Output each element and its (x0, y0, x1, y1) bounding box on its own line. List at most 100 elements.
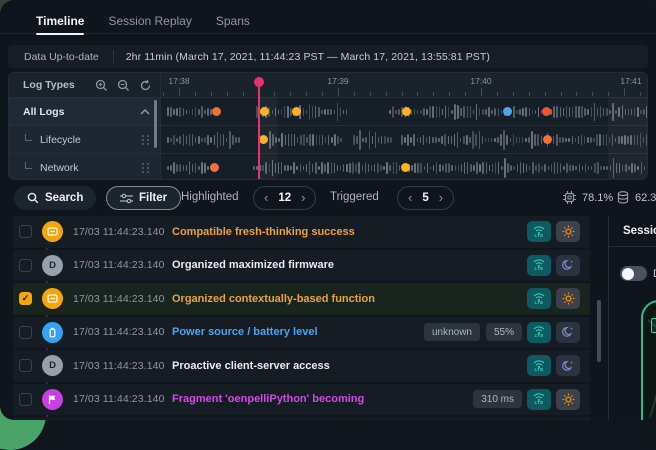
log-row[interactable]: D17/03 11:44:23.140Organized maximized f… (13, 250, 590, 282)
event-dot[interactable] (503, 107, 512, 116)
ruler-tick (195, 92, 196, 96)
event-dot[interactable] (542, 107, 551, 116)
sun-theme-button[interactable] (556, 288, 580, 309)
ruler-tick (592, 92, 593, 96)
ruler-tick (513, 92, 514, 96)
log-row[interactable]: 17/03 11:44:23.140Power source / battery… (13, 317, 590, 349)
event-dot[interactable] (543, 135, 552, 144)
log-type-row-all-logs[interactable]: All Logs (9, 97, 160, 125)
log-timestamp: 17/03 11:44:23.140 (73, 259, 172, 271)
log-row-checkbox[interactable] (19, 359, 32, 372)
log-timestamp: 17/03 11:44:23.140 (73, 293, 172, 305)
ruler-tick (545, 92, 546, 96)
next-triggered-button[interactable]: › (439, 191, 443, 204)
toggle-knob (622, 268, 634, 280)
moon-theme-button[interactable] (556, 355, 580, 376)
prev-highlighted-button[interactable]: ‹ (264, 191, 268, 204)
network-lte-button[interactable]: LTE (527, 355, 551, 376)
log-row-checkbox[interactable] (19, 393, 32, 406)
event-dot[interactable] (260, 107, 269, 116)
log-types-scrollbar[interactable] (154, 100, 157, 148)
log-message: Power source / battery level (172, 326, 418, 338)
timeline-tracks[interactable]: 17:3817:3917:4017:41 (161, 73, 647, 179)
log-row[interactable]: 17/03 11:44:23.140Compatible fresh-think… (13, 216, 590, 248)
event-dot[interactable] (212, 107, 221, 116)
next-highlighted-button[interactable]: › (301, 191, 305, 204)
database-icon (617, 191, 629, 204)
log-message: Compatible fresh-thinking success (172, 226, 522, 238)
log-row[interactable]: 17/03 11:44:23.140Fragment 'oenpelliPyth… (13, 384, 590, 416)
ruler-tick (529, 92, 530, 96)
moon-theme-button[interactable] (556, 322, 580, 343)
search-button[interactable]: Search (14, 186, 96, 210)
moon-theme-button[interactable] (556, 255, 580, 276)
search-button-label: Search (45, 192, 83, 204)
log-type-row-network[interactable]: Network (9, 153, 160, 180)
log-type-label: All Logs (23, 106, 140, 118)
tree-elbow-icon (25, 162, 32, 169)
cpu-usage-value: 78.1% (582, 192, 613, 204)
tab-timeline[interactable]: Timeline (36, 8, 84, 34)
timeline-section: Log Types All Logs LifecycleNetwork 17:38… (8, 72, 648, 180)
ruler-tick (354, 92, 355, 96)
session-toggle[interactable] (620, 266, 647, 281)
log-message: Organized contextually-based function (172, 293, 522, 305)
ruler-tick-label: 17:38 (168, 76, 189, 86)
ruler-tick (179, 88, 180, 96)
log-type-rows: All Logs LifecycleNetwork (9, 97, 160, 180)
tree-elbow-icon (25, 134, 32, 141)
log-row-checkbox[interactable] (19, 225, 32, 238)
event-dot[interactable] (210, 163, 219, 172)
event-dot[interactable] (401, 163, 410, 172)
log-types-title: Log Types (23, 79, 86, 91)
drag-handle-icon[interactable] (142, 135, 150, 145)
ruler-tick (608, 92, 609, 96)
sun-theme-button[interactable] (556, 389, 580, 410)
event-dot[interactable] (402, 107, 411, 116)
tab-spans[interactable]: Spans (216, 8, 250, 34)
cpu-usage: 78.1% (563, 191, 613, 204)
network-lte-button[interactable]: LTE (527, 389, 551, 410)
chevron-up-icon[interactable] (140, 109, 150, 115)
ruler-tick (290, 92, 291, 96)
log-type-row-lifecycle[interactable]: Lifecycle (9, 125, 160, 153)
sun-theme-button[interactable] (556, 221, 580, 242)
log-row[interactable]: D17/03 11:44:23.140Proactive client-serv… (13, 350, 590, 382)
log-row-checkbox[interactable] (19, 326, 32, 339)
log-type-icon-flag (42, 389, 63, 410)
network-lte-button[interactable]: LTE (527, 255, 551, 276)
map-highlight-rect (651, 318, 656, 333)
log-timestamp: 17/03 11:44:23.140 (73, 360, 172, 372)
network-lte-button[interactable]: LTE (527, 288, 551, 309)
ruler-tick (449, 92, 450, 96)
network-lte-button[interactable]: LTE (527, 221, 551, 242)
log-list-scrollbar[interactable] (597, 300, 601, 362)
zoom-out-icon[interactable] (117, 79, 130, 92)
log-timestamp: 17/03 11:44:23.140 (73, 393, 172, 405)
device-preview[interactable] (641, 300, 656, 420)
ruler-tick (497, 92, 498, 96)
tab-session-replay[interactable]: Session Replay (108, 8, 191, 34)
session-panel: Session D (608, 216, 656, 420)
log-type-icon-debug: D (42, 355, 63, 376)
refresh-icon[interactable] (139, 79, 152, 92)
prev-triggered-button[interactable]: ‹ (408, 191, 412, 204)
filter-button-label: Filter (139, 192, 167, 204)
filter-button[interactable]: Filter (106, 186, 181, 210)
ruler-tick (402, 92, 403, 96)
memory-usage-value: 62.3% (635, 192, 656, 204)
playhead[interactable] (258, 77, 260, 179)
waveform-track (161, 125, 647, 153)
ruler-tick (322, 92, 323, 96)
drag-handle-icon[interactable] (142, 163, 150, 173)
log-row-checkbox[interactable]: ✓ (19, 292, 32, 305)
highlighted-stepper: ‹ 12 › (253, 186, 316, 210)
network-lte-button[interactable]: LTE (527, 322, 551, 343)
log-row-checkbox[interactable] (19, 259, 32, 272)
memory-usage: 62.3% (617, 191, 656, 204)
timeline-ruler: 17:3817:3917:4017:41 (161, 73, 647, 97)
zoom-in-icon[interactable] (95, 79, 108, 92)
event-dot[interactable] (292, 107, 301, 116)
triggered-stepper: ‹ 5 › (397, 186, 454, 210)
log-row[interactable]: ✓ 17/03 11:44:23.140Organized contextuall… (13, 283, 590, 315)
